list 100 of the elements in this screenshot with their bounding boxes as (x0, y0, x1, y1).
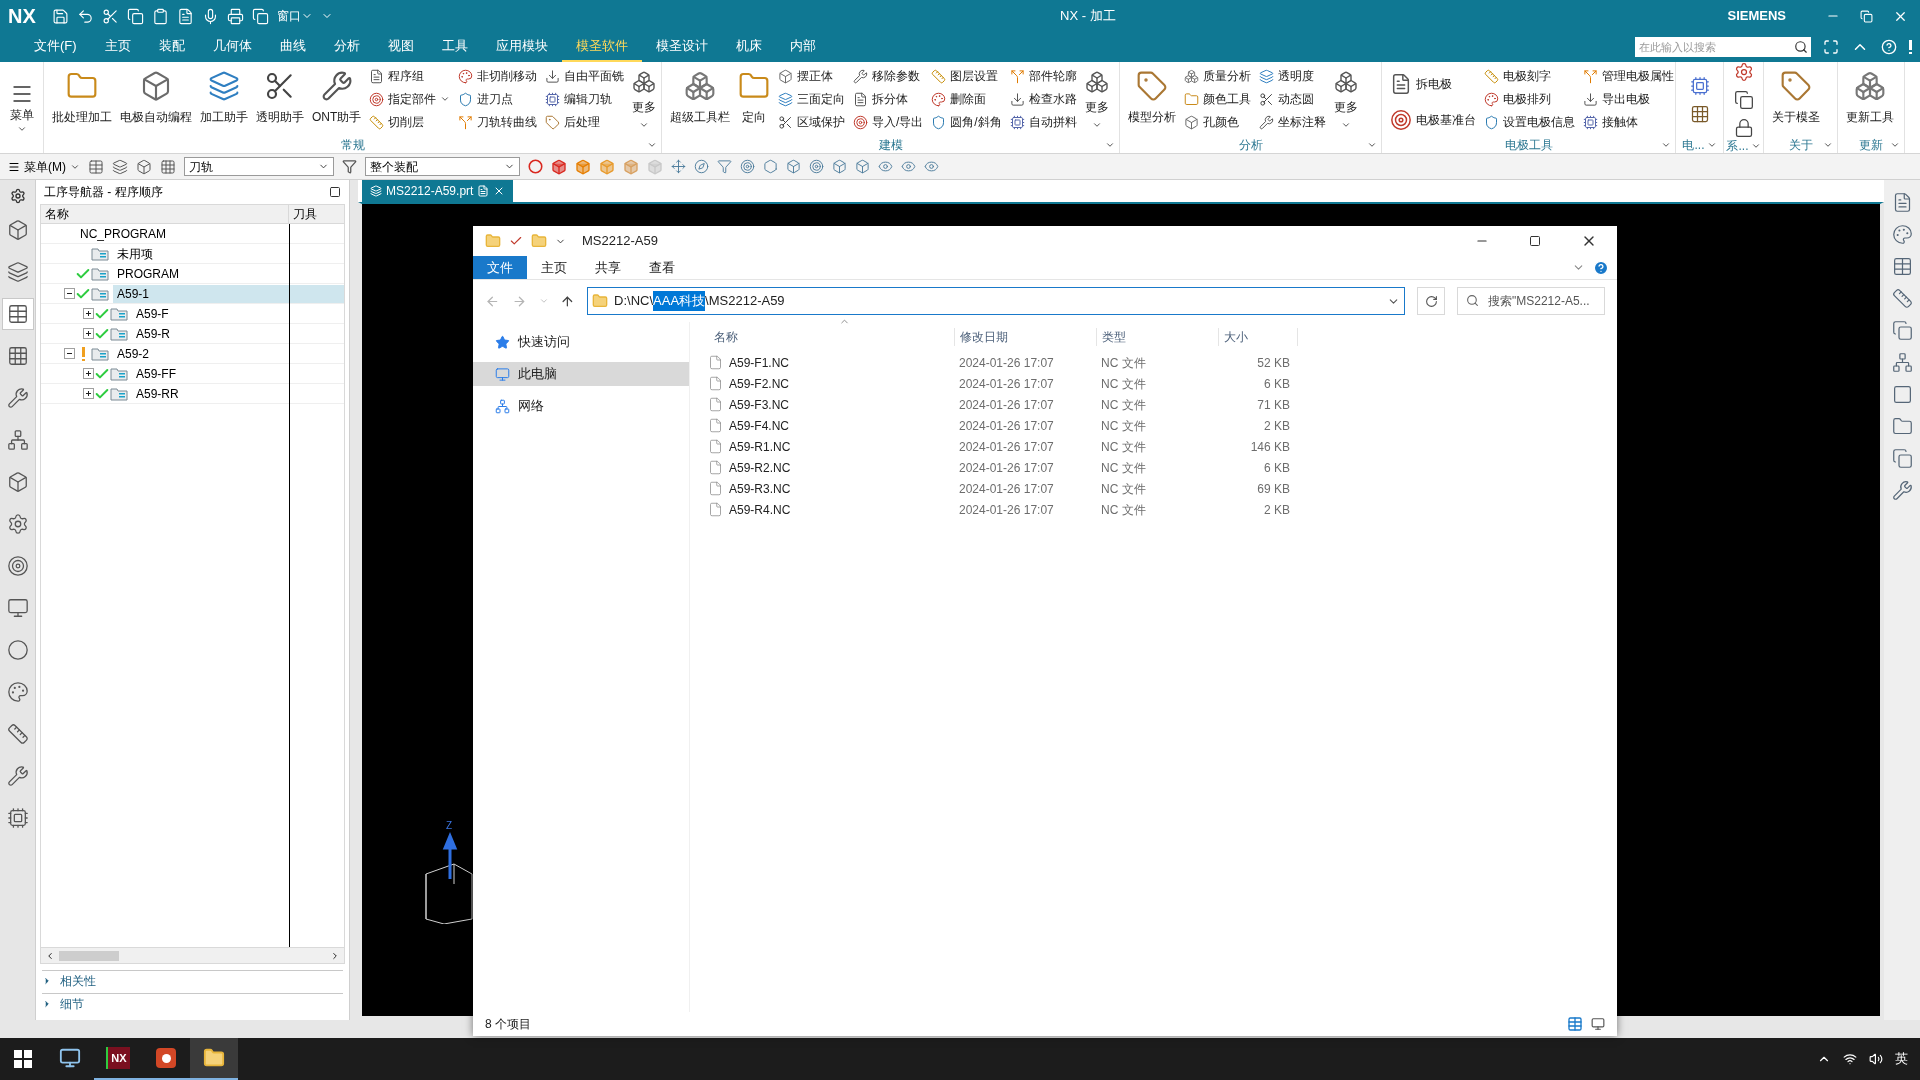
maximize-icon[interactable] (329, 186, 341, 198)
file-name[interactable]: A59-R2.NC (729, 458, 791, 477)
maximize-icon[interactable] (1529, 235, 1541, 247)
check-icon[interactable] (509, 234, 523, 248)
ribbon-tool[interactable]: 拆电极 (1390, 74, 1476, 94)
group-menu-icon[interactable] (1661, 140, 1671, 150)
group-menu-icon[interactable] (647, 140, 657, 150)
more-button[interactable]: 更多 (1330, 66, 1362, 130)
ribbon-button[interactable]: ONT助手 (308, 66, 366, 126)
scrollbar-thumb[interactable] (59, 950, 119, 961)
volume-icon[interactable] (1869, 1052, 1883, 1066)
collapse-icon[interactable] (64, 348, 75, 359)
windows-icon[interactable] (251, 7, 269, 25)
toolbar-icon[interactable] (855, 159, 870, 174)
ribbon-button[interactable]: 关于模圣 (1768, 66, 1824, 126)
menu-tab[interactable]: 工具 (427, 32, 482, 62)
toolbar-icon[interactable] (88, 158, 104, 175)
ribbon-tool[interactable]: 透明度 (1259, 66, 1326, 86)
tree-item[interactable]: A59-1 (113, 284, 344, 303)
refresh-button[interactable] (1417, 287, 1445, 315)
tree-item[interactable]: A59-FF (132, 364, 344, 383)
menu-tab[interactable]: 应用模块 (481, 32, 562, 62)
toolbar-icon[interactable] (694, 159, 709, 174)
alert-icon[interactable] (1909, 40, 1912, 54)
tree-item[interactable]: A59-R (132, 324, 344, 343)
ribbon-tool[interactable]: 部件轮廓 (1009, 66, 1077, 86)
ribbon-button[interactable]: 电极自动编程 (116, 66, 196, 126)
ribbon-tool[interactable]: 管理电极属性 (1583, 66, 1674, 86)
chip-icon[interactable] (1689, 75, 1710, 96)
more-button[interactable]: 更多 (1080, 66, 1113, 130)
ribbon-tool[interactable]: 检查水路 (1009, 89, 1077, 109)
details-view-icon[interactable] (1567, 1016, 1583, 1032)
ribbon-tool[interactable]: 编辑刀轨 (545, 89, 625, 109)
column-header[interactable]: 修改日期 (954, 328, 1096, 346)
column-header[interactable]: 名称 (704, 328, 954, 346)
toolbar-icon[interactable] (740, 159, 755, 174)
toolbar-icon[interactable] (924, 159, 939, 174)
ribbon-tool[interactable]: 颜色工具 (1184, 89, 1251, 109)
file-name[interactable]: A59-F3.NC (729, 395, 790, 414)
more-button[interactable]: 更多 (628, 66, 661, 130)
toolbar-icon[interactable] (160, 158, 176, 175)
group-menu-icon[interactable] (1367, 140, 1377, 150)
scissors-icon[interactable] (101, 7, 119, 25)
copy-icon[interactable] (1733, 90, 1754, 110)
tree-item[interactable]: 未用项 (113, 244, 344, 263)
ribbon-tab[interactable]: 主页 (527, 256, 581, 279)
group-menu-icon[interactable] (1105, 140, 1115, 150)
ribbon-tool[interactable]: 自动拼料 (1009, 112, 1077, 132)
ribbon-tool[interactable]: 后处理 (545, 112, 625, 132)
toolbar-icon[interactable] (717, 159, 732, 174)
menu-tab[interactable]: 装配 (144, 32, 199, 62)
scope-dropdown[interactable]: 整个装配 (365, 157, 520, 176)
wrench-icon[interactable] (1891, 480, 1913, 501)
ribbon-tool[interactable]: 程序组 (369, 66, 451, 86)
menu-tab[interactable]: 曲线 (265, 32, 320, 62)
clipboard-icon[interactable] (151, 7, 169, 25)
ribbon-tool[interactable]: 删除面 (931, 89, 1002, 109)
ribbon-button[interactable]: 更新工具 (1842, 66, 1898, 126)
toolbar-icon[interactable] (832, 159, 847, 174)
network-icon[interactable] (1843, 1052, 1857, 1066)
navigator-tab[interactable] (1, 298, 34, 330)
large-icons-view-icon[interactable] (1591, 1017, 1605, 1031)
menu-tab[interactable]: 分析 (319, 32, 374, 62)
ribbon-tab[interactable]: 文件 (473, 256, 527, 279)
ribbon-tool[interactable]: 指定部件 (369, 89, 451, 109)
ribbon-button[interactable]: 批处理加工 (48, 66, 116, 126)
menu-tab[interactable]: 几何体 (198, 32, 266, 62)
tree-item[interactable]: A59-F (132, 304, 344, 323)
ribbon-tool[interactable]: 区域保护 (778, 112, 845, 132)
square-icon[interactable] (1891, 384, 1913, 405)
ribbon-tool[interactable]: 进刀点 (458, 89, 538, 109)
file-name[interactable]: A59-F4.NC (729, 416, 790, 435)
ribbon-tool[interactable]: 电极排列 (1484, 89, 1575, 109)
ribbon-button[interactable]: 加工助手 (196, 66, 252, 126)
tree-item[interactable]: A59-RR (132, 384, 344, 403)
group-menu-icon[interactable] (1706, 140, 1717, 150)
ribbon-tool[interactable]: 电极刻字 (1484, 66, 1575, 86)
ribbon-tool[interactable]: 孔颜色 (1184, 112, 1251, 132)
ribbon-tool[interactable]: 圆角/斜角 (931, 112, 1002, 132)
nav-item[interactable]: 此电脑 (473, 362, 689, 386)
ribbon-tab[interactable]: 查看 (635, 256, 689, 279)
restore-icon[interactable] (1860, 9, 1873, 23)
ribbon-tool[interactable]: 设置电极信息 (1484, 112, 1575, 132)
search-icon[interactable] (1794, 40, 1808, 54)
ribbon-button[interactable]: 模型分析 (1124, 66, 1180, 126)
printer-icon[interactable] (226, 7, 244, 25)
menu-button[interactable]: 菜单 (0, 62, 44, 153)
ribbon-button[interactable]: 透明助手 (252, 66, 308, 126)
toolbar-icon[interactable] (878, 159, 893, 174)
settings-icon[interactable] (9, 188, 26, 204)
group-menu-icon[interactable] (1750, 141, 1761, 151)
section-header[interactable]: 细节 (42, 993, 343, 1014)
search-field[interactable]: 在此输入以搜索 (1635, 37, 1811, 57)
menu-tab[interactable]: 模圣设计 (641, 32, 722, 62)
column-header[interactable]: 刀具 (289, 205, 321, 223)
tree-item[interactable]: A59-2 (113, 344, 344, 363)
column-header[interactable]: 类型 (1096, 328, 1218, 346)
document-icon[interactable] (176, 7, 194, 25)
column-header[interactable]: 名称 (41, 205, 289, 223)
file-name[interactable]: A59-R1.NC (729, 437, 791, 456)
